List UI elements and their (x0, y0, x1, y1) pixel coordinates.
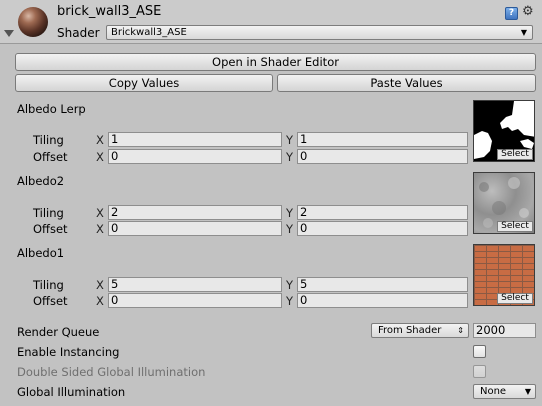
albedo-lerp-offset-x-field[interactable]: 0 (108, 149, 282, 164)
enable-instancing-label: Enable Instancing (17, 345, 120, 359)
albedo-lerp-tiling-y-field[interactable]: 1 (297, 132, 468, 147)
dropdown-arrow-icon: ⇕ (457, 326, 464, 335)
offset-x-axis-label: X (96, 222, 104, 236)
albedo-lerp-offset-y-field[interactable]: 0 (297, 149, 468, 164)
tiling-y-axis-label: Y (286, 133, 294, 147)
open-shader-editor-button[interactable]: Open in Shader Editor (15, 53, 536, 71)
tiling-label: Tiling (33, 133, 64, 147)
albedo2-offset-y-field[interactable]: 0 (297, 221, 468, 236)
albedo-lerp-texture-slot[interactable]: Select (473, 100, 535, 162)
shader-label: Shader (57, 26, 100, 40)
global-illumination-dropdown[interactable]: None ▼ (473, 384, 536, 399)
foldout-arrow-icon[interactable] (4, 30, 14, 37)
help-book-icon[interactable]: ? (505, 7, 518, 20)
render-queue-mode-dropdown[interactable]: From Shader ⇕ (371, 323, 469, 338)
render-queue-label: Render Queue (17, 325, 100, 339)
tiling-y-axis-label: Y (286, 206, 294, 220)
paste-values-button[interactable]: Paste Values (277, 74, 536, 92)
tiling-x-axis-label: X (96, 133, 104, 147)
tiling-x-axis-label: X (96, 278, 104, 292)
albedo1-offset-y-field[interactable]: 0 (297, 293, 468, 308)
albedo2-offset-x-field[interactable]: 0 (108, 221, 282, 236)
albedo2-label: Albedo2 (17, 174, 65, 188)
enable-instancing-checkbox[interactable] (473, 345, 486, 358)
offset-y-axis-label: Y (286, 294, 294, 308)
offset-x-axis-label: X (96, 150, 104, 164)
double-sided-gi-label: Double Sided Global Illumination (17, 365, 206, 379)
offset-label: Offset (33, 294, 68, 308)
albedo1-label: Albedo1 (17, 246, 65, 260)
double-sided-gi-checkbox (473, 365, 486, 378)
albedo1-texture-slot[interactable]: Select (473, 244, 535, 306)
copy-values-button[interactable]: Copy Values (15, 74, 273, 92)
albedo1-tiling-x-field[interactable]: 5 (108, 277, 282, 292)
dropdown-arrow-icon: ▼ (520, 28, 527, 37)
material-preview-sphere (18, 7, 48, 37)
global-illumination-value: None (480, 386, 507, 397)
dropdown-arrow-icon: ▼ (524, 387, 531, 396)
offset-y-axis-label: Y (286, 222, 294, 236)
render-queue-value-field[interactable]: 2000 (473, 323, 536, 338)
material-name: brick_wall3_ASE (57, 4, 162, 19)
offset-label: Offset (33, 222, 68, 236)
shader-dropdown[interactable]: Brickwall3_ASE ▼ (106, 25, 533, 40)
albedo-lerp-tiling-x-field[interactable]: 1 (108, 132, 282, 147)
albedo2-select-button[interactable]: Select (497, 221, 533, 232)
render-queue-mode-value: From Shader (378, 325, 442, 336)
tiling-label: Tiling (33, 278, 64, 292)
albedo1-select-button[interactable]: Select (497, 293, 533, 304)
albedo2-texture-slot[interactable]: Select (473, 172, 535, 234)
albedo-lerp-select-button[interactable]: Select (497, 149, 533, 160)
tiling-x-axis-label: X (96, 206, 104, 220)
offset-label: Offset (33, 150, 68, 164)
albedo1-tiling-y-field[interactable]: 5 (297, 277, 468, 292)
tiling-label: Tiling (33, 206, 64, 220)
offset-x-axis-label: X (96, 294, 104, 308)
albedo2-tiling-y-field[interactable]: 2 (297, 205, 468, 220)
global-illumination-label: Global Illumination (17, 385, 126, 399)
albedo-lerp-label: Albedo Lerp (17, 102, 86, 116)
albedo2-tiling-x-field[interactable]: 2 (108, 205, 282, 220)
tiling-y-axis-label: Y (286, 278, 294, 292)
gear-icon[interactable]: ⚙ (522, 5, 534, 19)
albedo1-offset-x-field[interactable]: 0 (108, 293, 282, 308)
offset-y-axis-label: Y (286, 150, 294, 164)
shader-dropdown-value: Brickwall3_ASE (111, 27, 187, 38)
